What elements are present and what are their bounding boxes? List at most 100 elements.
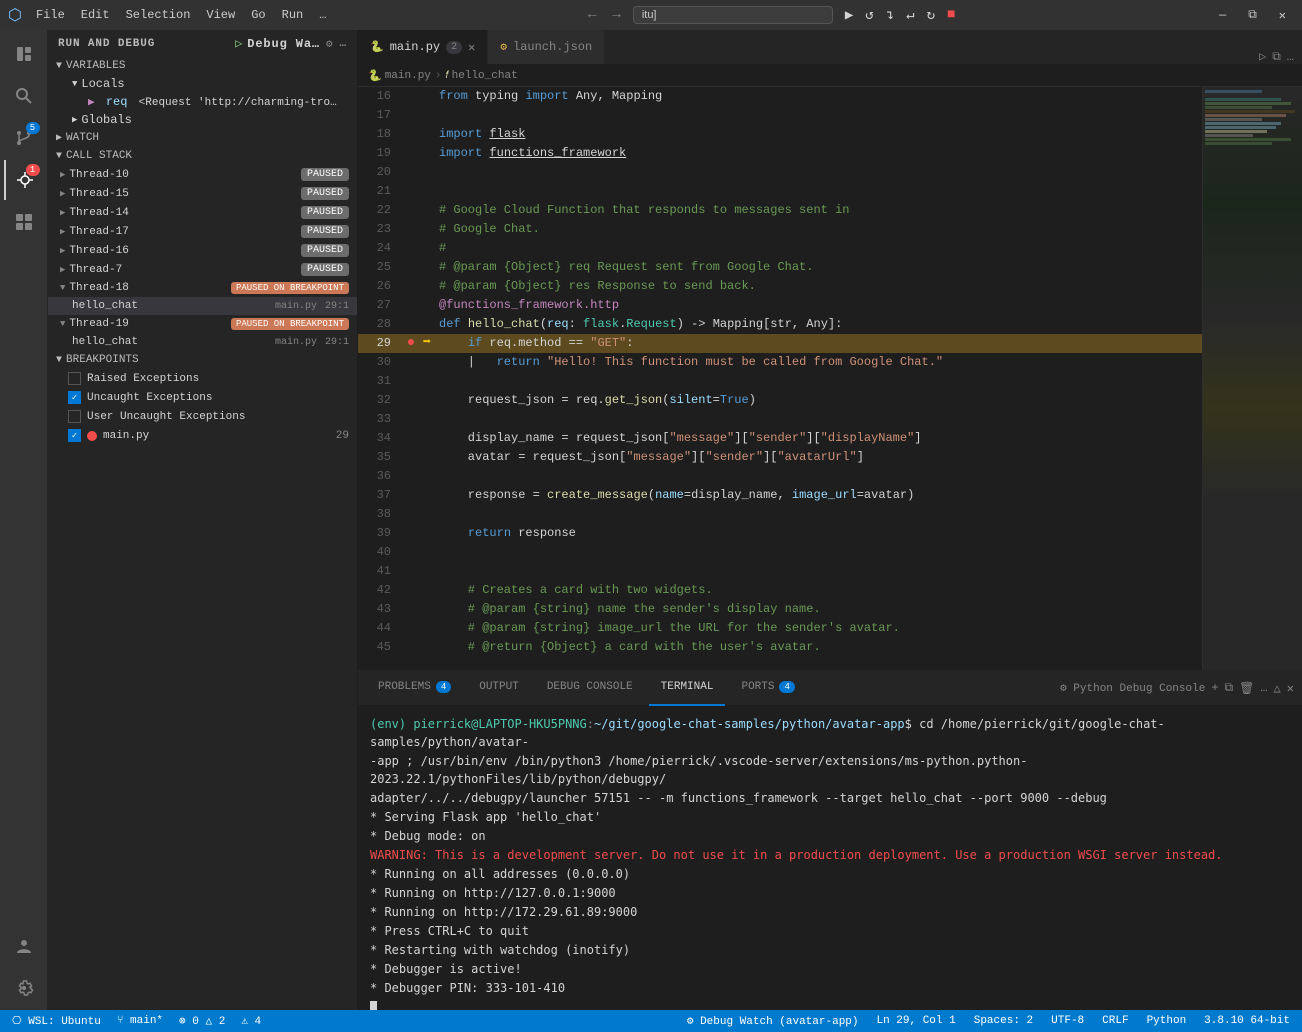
bp-main-py[interactable]: main.py 29 bbox=[48, 426, 357, 445]
menu-more[interactable]: … bbox=[313, 6, 332, 24]
bp-uncaught-exceptions-checkbox[interactable] bbox=[68, 391, 81, 404]
panel-tab-problems[interactable]: PROBLEMS 4 bbox=[366, 671, 463, 706]
breakpoints-section-header[interactable]: BREAKPOINTS bbox=[48, 351, 357, 369]
tab-main-py-close[interactable]: ✕ bbox=[468, 40, 475, 55]
status-python-version[interactable]: 3.8.10 64-bit bbox=[1200, 1015, 1294, 1027]
activity-search[interactable] bbox=[4, 76, 44, 116]
locals-item[interactable]: Locals bbox=[48, 75, 357, 93]
continue-button[interactable]: ▶ bbox=[841, 5, 857, 26]
status-debug-watch[interactable]: ⚙ Debug Watch (avatar-app) bbox=[683, 1014, 863, 1028]
bp-user-uncaught[interactable]: User Uncaught Exceptions bbox=[48, 407, 357, 426]
more-icon[interactable]: … bbox=[340, 38, 347, 50]
split-terminal-icon[interactable]: ⧉ bbox=[1225, 681, 1234, 695]
activity-extensions[interactable] bbox=[4, 202, 44, 242]
activity-explorer[interactable] bbox=[4, 34, 44, 74]
more-actions-icon[interactable]: … bbox=[1287, 50, 1294, 64]
status-position[interactable]: Ln 29, Col 1 bbox=[873, 1015, 960, 1027]
bp-uncaught-exceptions[interactable]: Uncaught Exceptions bbox=[48, 388, 357, 407]
search-input[interactable] bbox=[633, 6, 833, 24]
status-branch[interactable]: ⑂ main* bbox=[113, 1015, 167, 1027]
thread-10[interactable]: ▶ Thread-10 PAUSED bbox=[48, 165, 357, 184]
menu-file[interactable]: File bbox=[30, 6, 71, 24]
menu-selection[interactable]: Selection bbox=[120, 6, 197, 24]
new-terminal-icon[interactable]: + bbox=[1211, 681, 1218, 695]
thread-7[interactable]: ▶ Thread-7 PAUSED bbox=[48, 260, 357, 279]
status-bar: ⎔ WSL: Ubuntu ⑂ main* ⊗ 0 △ 2 ⚠ 4 ⚙ Debu… bbox=[0, 1010, 1302, 1032]
panel-tab-ports[interactable]: PORTS 4 bbox=[729, 671, 806, 706]
bp-user-uncaught-label: User Uncaught Exceptions bbox=[87, 411, 245, 423]
callstack-chevron bbox=[56, 151, 62, 162]
activity-source-control[interactable]: 5 bbox=[4, 118, 44, 158]
menu-run[interactable]: Run bbox=[276, 6, 310, 24]
breadcrumb-hello-chat[interactable]: 𝑓 hello_chat bbox=[446, 70, 518, 82]
bp-raised-exceptions-checkbox[interactable] bbox=[68, 372, 81, 385]
stop-button[interactable]: ■ bbox=[943, 5, 959, 25]
thread-19-status: PAUSED ON BREAKPOINT bbox=[231, 318, 349, 330]
code-line-18: 18 import flask bbox=[358, 125, 1202, 144]
panel-tab-terminal[interactable]: TERMINAL bbox=[649, 671, 726, 706]
thread-18-frame[interactable]: hello_chat main.py 29:1 bbox=[48, 297, 357, 315]
kill-terminal-icon[interactable]: 🗑 bbox=[1239, 681, 1254, 696]
status-spaces[interactable]: Spaces: 2 bbox=[970, 1015, 1037, 1027]
tab-main-py[interactable]: 🐍 main.py 2 ✕ bbox=[358, 30, 488, 64]
thread-16[interactable]: ▶ Thread-16 PAUSED bbox=[48, 241, 357, 260]
status-encoding[interactable]: UTF-8 bbox=[1047, 1015, 1088, 1027]
code-editor[interactable]: 16 from typing import Any, Mapping 17 18 bbox=[358, 87, 1202, 670]
thread-18[interactable]: ▼ Thread-18 PAUSED ON BREAKPOINT bbox=[48, 279, 357, 297]
menu-edit[interactable]: Edit bbox=[75, 6, 116, 24]
panel-tab-debug-console[interactable]: DEBUG CONSOLE bbox=[535, 671, 645, 706]
back-button[interactable]: ← bbox=[584, 5, 600, 25]
status-bar-left: ⎔ WSL: Ubuntu ⑂ main* ⊗ 0 △ 2 ⚠ 4 bbox=[8, 1014, 265, 1028]
debug-config[interactable]: ▷ Debug Wa… bbox=[235, 36, 320, 51]
status-language[interactable]: Python bbox=[1143, 1015, 1191, 1027]
bp-user-uncaught-checkbox[interactable] bbox=[68, 410, 81, 423]
status-eol[interactable]: CRLF bbox=[1098, 1015, 1132, 1027]
status-warnings[interactable]: ⚠ 4 bbox=[237, 1014, 265, 1028]
thread-19-frame[interactable]: hello_chat main.py 29:1 bbox=[48, 333, 357, 351]
variables-section-header[interactable]: VARIABLES bbox=[48, 57, 357, 75]
activity-account[interactable] bbox=[4, 926, 44, 966]
terminal-cursor bbox=[370, 1001, 377, 1010]
step-into-button[interactable]: ↴ bbox=[882, 5, 898, 26]
step-out-button[interactable]: ↵ bbox=[902, 5, 918, 26]
code-line-39: 39 return response bbox=[358, 524, 1202, 543]
thread-17[interactable]: ▶ Thread-17 PAUSED bbox=[48, 222, 357, 241]
restart-button[interactable]: ↻ bbox=[923, 5, 939, 26]
status-wsl[interactable]: ⎔ WSL: Ubuntu bbox=[8, 1014, 105, 1028]
thread-15[interactable]: ▶ Thread-15 PAUSED bbox=[48, 184, 357, 203]
thread-14[interactable]: ▶ Thread-14 PAUSED bbox=[48, 203, 357, 222]
watch-section-header[interactable]: WATCH bbox=[48, 129, 357, 147]
req-item[interactable]: ▶ req <Request 'http://charming-tro… bbox=[48, 93, 357, 111]
close-button[interactable]: ✕ bbox=[1271, 6, 1294, 25]
terminal-content[interactable]: (env) pierrick@LAPTOP-HKU5PNNG:~/git/goo… bbox=[358, 706, 1302, 1010]
bp-main-py-checkbox[interactable] bbox=[68, 429, 81, 442]
code-line-34: 34 display_name = request_json["message"… bbox=[358, 429, 1202, 448]
thread-19[interactable]: ▼ Thread-19 PAUSED ON BREAKPOINT bbox=[48, 315, 357, 333]
globals-item[interactable]: Globals bbox=[48, 111, 357, 129]
forward-button[interactable]: → bbox=[608, 5, 624, 25]
maximize-button[interactable]: ⧉ bbox=[1240, 6, 1265, 24]
bp-raised-exceptions[interactable]: Raised Exceptions bbox=[48, 369, 357, 388]
menu-view[interactable]: View bbox=[200, 6, 241, 24]
menu-go[interactable]: Go bbox=[245, 6, 271, 24]
split-editor-icon[interactable]: ⧉ bbox=[1272, 50, 1281, 64]
close-panel-icon[interactable]: ✕ bbox=[1287, 681, 1294, 696]
activity-settings[interactable] bbox=[4, 968, 44, 1008]
callstack-section-header[interactable]: CALL STACK bbox=[48, 147, 357, 165]
terminal-more-icon[interactable]: … bbox=[1260, 681, 1267, 695]
tab-launch-json[interactable]: ⚙ launch.json bbox=[488, 30, 605, 64]
terminal-name: ⚙ Python Debug Console bbox=[1060, 681, 1205, 695]
maximize-panel-icon[interactable]: △ bbox=[1274, 681, 1281, 696]
settings-icon[interactable]: ⚙ bbox=[326, 37, 334, 51]
minimize-button[interactable]: — bbox=[1211, 6, 1234, 24]
code-line-22: 22 # Google Cloud Function that responds… bbox=[358, 201, 1202, 220]
status-errors[interactable]: ⊗ 0 △ 2 bbox=[175, 1014, 229, 1028]
step-over-button[interactable]: ↺ bbox=[861, 5, 877, 26]
run-debug-icon[interactable]: ▷ bbox=[1259, 49, 1266, 64]
sidebar-scroll[interactable]: VARIABLES Locals ▶ req <Request 'http://… bbox=[48, 57, 357, 1010]
activity-debug[interactable]: 1 bbox=[4, 160, 44, 200]
thread-16-label: Thread-16 bbox=[69, 245, 301, 257]
panel-tab-output[interactable]: OUTPUT bbox=[467, 671, 531, 706]
code-line-43: 43 # @param {string} name the sender's d… bbox=[358, 600, 1202, 619]
breadcrumb-main-py[interactable]: 🐍 main.py bbox=[368, 69, 431, 83]
